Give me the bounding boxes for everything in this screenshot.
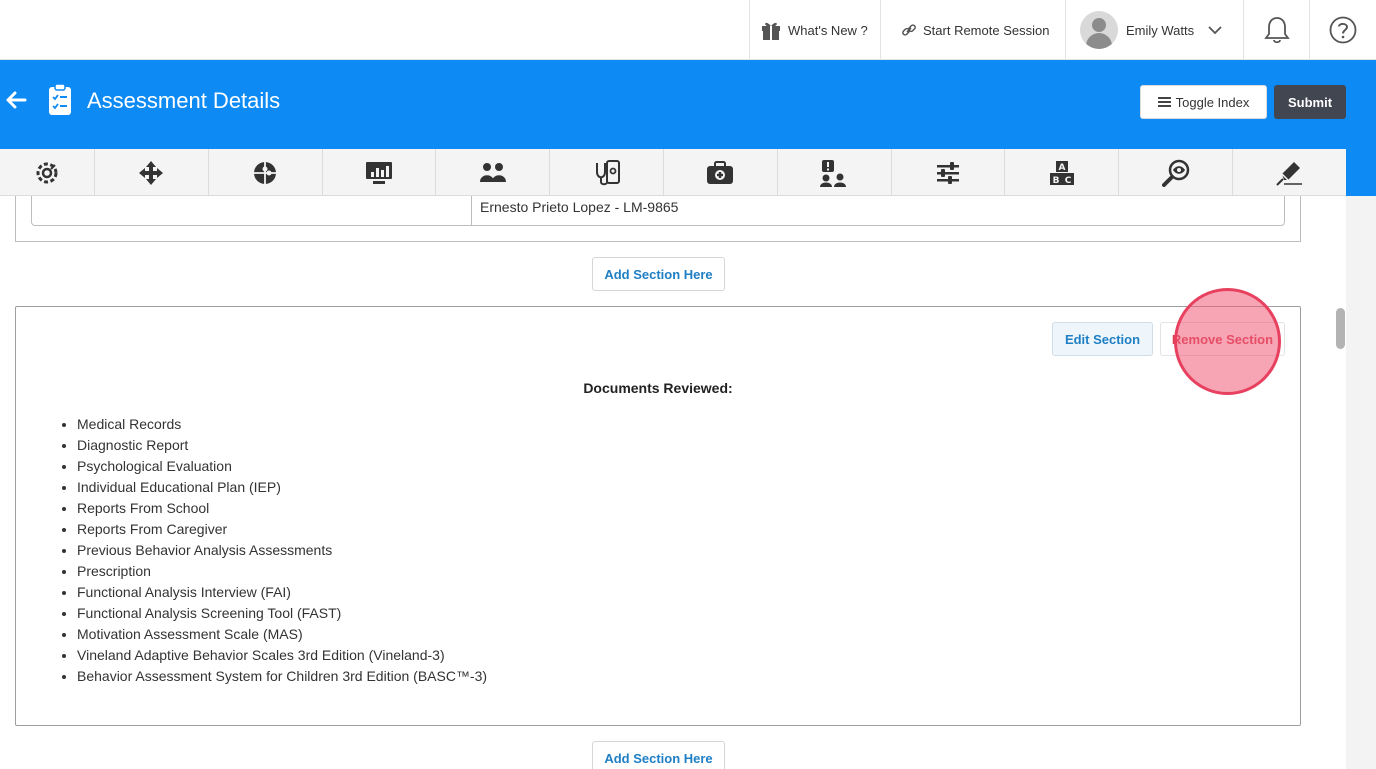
svg-text:C: C — [1065, 176, 1072, 186]
back-arrow-icon[interactable] — [4, 88, 28, 112]
notifications-button[interactable] — [1243, 0, 1309, 60]
svg-text:A: A — [1058, 163, 1065, 173]
monitor-chart-icon — [365, 161, 392, 184]
page-title: Assessment Details — [87, 88, 281, 113]
bell-icon — [1263, 17, 1290, 44]
first-aid-kit-icon — [707, 160, 734, 184]
toolbar-move-arrows-icon[interactable] — [95, 149, 209, 196]
remote-session-label: Start Remote Session — [923, 22, 1050, 38]
avatar — [1080, 11, 1118, 49]
pen-signature-icon — [1275, 161, 1302, 186]
scrollbar-thumb[interactable] — [1336, 308, 1345, 349]
puzzle-icon — [254, 161, 277, 184]
list-item: Behavior Assessment System for Children … — [77, 666, 487, 687]
toolbar-sliders-icon[interactable] — [892, 149, 1006, 196]
signature-table: Ernesto Prieto Lopez - LM-9865 — [31, 196, 1285, 226]
toolbar-puzzle-icon[interactable] — [209, 149, 323, 196]
settings-gear-icon — [36, 162, 58, 183]
whats-new-button[interactable]: What's New ? — [749, 0, 881, 60]
documents-list: Medical Records Diagnostic Report Psycho… — [77, 414, 487, 687]
add-section-button[interactable]: Add Section Here — [592, 741, 725, 769]
toolbar-monitor-chart-icon[interactable] — [323, 149, 437, 196]
user-alert-icon — [820, 159, 847, 187]
gift-icon — [762, 22, 780, 40]
list-item: Diagnostic Report — [77, 435, 487, 456]
scrollbar-track[interactable] — [1346, 196, 1376, 769]
remove-section-button[interactable]: Remove Section — [1160, 322, 1285, 356]
list-item: Motivation Assessment Scale (MAS) — [77, 624, 487, 645]
toolbar-abc-blocks-icon[interactable]: A B C — [1005, 149, 1120, 196]
toolbar-group-people-icon[interactable] — [436, 149, 551, 196]
header-filler — [1346, 149, 1376, 196]
clipboard-checklist-icon — [49, 84, 71, 115]
list-item: Reports From Caregiver — [77, 519, 487, 540]
assessment-content: Ernesto Prieto Lopez - LM-9865 Add Secti… — [0, 196, 1346, 769]
submit-button[interactable]: Submit — [1274, 85, 1346, 119]
toggle-index-button[interactable]: Toggle Index — [1140, 85, 1267, 119]
section-heading: Documents Reviewed: — [583, 380, 733, 396]
abc-blocks-icon: A B C — [1049, 160, 1074, 186]
link-icon — [902, 24, 916, 36]
list-item: Prescription — [77, 561, 487, 582]
user-name: Emily Watts — [1126, 22, 1195, 38]
chevron-down-icon — [1208, 26, 1222, 35]
toolbar-medical-stethoscope-icon[interactable] — [550, 149, 664, 196]
whats-new-label: What's New ? — [788, 22, 868, 38]
list-item: Previous Behavior Analysis Assessments — [77, 540, 487, 561]
toolbar-first-aid-kit-icon[interactable] — [664, 149, 778, 196]
move-arrows-icon — [139, 160, 164, 185]
list-item: Individual Educational Plan (IEP) — [77, 477, 487, 498]
toolbar-user-alert-icon[interactable] — [778, 149, 892, 196]
user-menu[interactable]: Emily Watts — [1065, 0, 1244, 60]
toolbar-magnify-eye-icon[interactable] — [1119, 149, 1234, 196]
list-item: Functional Analysis Screening Tool (FAST… — [77, 603, 487, 624]
start-remote-session-button[interactable]: Start Remote Session — [880, 0, 1066, 60]
medical-stethoscope-icon — [595, 159, 620, 185]
toolbar-settings-gear-icon[interactable] — [0, 149, 95, 196]
list-item: Medical Records — [77, 414, 487, 435]
signature-value: Ernesto Prieto Lopez - LM-9865 — [480, 199, 679, 215]
list-item: Psychological Evaluation — [77, 456, 487, 477]
menu-icon — [1157, 97, 1171, 107]
section-toolbar: A B C — [0, 149, 1346, 196]
documents-reviewed-section: Edit Section Remove Section Documents Re… — [15, 288, 1301, 726]
table-cell — [32, 196, 472, 225]
add-section-button[interactable]: Add Section Here — [592, 257, 725, 291]
list-item: Vineland Adaptive Behavior Scales 3rd Ed… — [77, 645, 487, 666]
help-button[interactable] — [1309, 0, 1376, 60]
magnify-eye-icon — [1161, 159, 1189, 187]
help-question-icon — [1329, 16, 1357, 44]
list-item: Functional Analysis Interview (FAI) — [77, 582, 487, 603]
toolbar-pen-signature-icon[interactable] — [1233, 149, 1346, 196]
edit-section-button[interactable]: Edit Section — [1052, 322, 1153, 356]
top-bar: What's New ? Start Remote Session Emily … — [0, 0, 1376, 60]
group-people-icon — [479, 162, 506, 182]
toggle-index-label: Toggle Index — [1175, 94, 1250, 110]
list-item: Reports From School — [77, 498, 487, 519]
sliders-icon — [937, 161, 960, 184]
svg-text:B: B — [1052, 176, 1059, 186]
